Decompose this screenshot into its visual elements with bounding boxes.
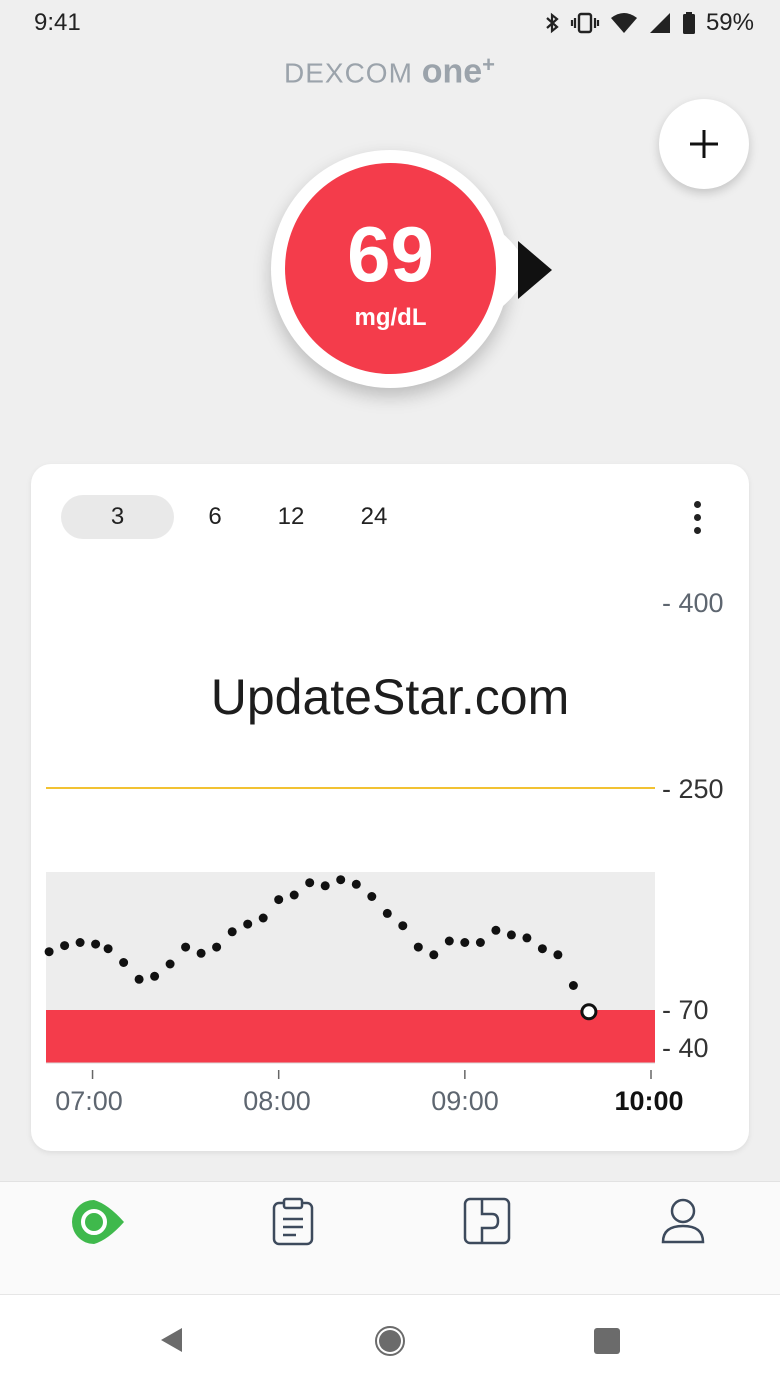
glucose-point	[258, 913, 268, 923]
y-tick-label-40: - 40	[662, 1033, 709, 1063]
profile-icon	[661, 1198, 705, 1244]
glucose-point	[44, 947, 54, 957]
glucose-point	[382, 908, 392, 918]
y-tick-label-70: - 70	[662, 995, 709, 1025]
nav-connections[interactable]	[462, 1196, 512, 1253]
glucose-trend-icon	[72, 1200, 124, 1244]
glucose-point	[336, 875, 346, 885]
nav-events[interactable]	[270, 1196, 316, 1253]
glucose-point	[506, 930, 516, 940]
glucose-point	[460, 938, 470, 947]
home-button[interactable]	[374, 1325, 406, 1362]
glucose-point	[243, 919, 253, 929]
y-tick-label-250: - 250	[662, 774, 724, 804]
glucose-point	[75, 938, 85, 947]
glucose-point	[91, 939, 101, 949]
glucose-point	[305, 878, 315, 888]
x-tick-label-1000: 10:00	[614, 1086, 684, 1116]
glucose-point	[475, 938, 485, 947]
glucose-point	[320, 881, 330, 891]
glucose-point	[150, 971, 160, 981]
y-tick-label-400: - 400	[662, 588, 724, 618]
recents-square-icon	[594, 1328, 620, 1354]
x-tick-label-0800: 08:00	[243, 1086, 311, 1116]
sensor-connection-icon	[463, 1197, 511, 1245]
nav-glucose[interactable]	[68, 1196, 128, 1253]
glucose-point	[491, 925, 501, 935]
low-band	[46, 1010, 655, 1063]
recents-button[interactable]	[593, 1327, 621, 1360]
glucose-point	[227, 927, 237, 937]
glucose-point	[212, 942, 222, 952]
back-triangle-icon	[161, 1328, 182, 1352]
glucose-point	[289, 890, 299, 900]
nav-profile[interactable]	[660, 1196, 706, 1253]
clipboard-icon	[272, 1197, 314, 1246]
glucose-point	[537, 944, 547, 954]
x-axis-ticks	[91, 1070, 652, 1079]
x-tick-label-0900: 09:00	[431, 1086, 499, 1116]
glucose-point	[274, 895, 284, 905]
glucose-point	[553, 950, 563, 960]
glucose-point	[181, 942, 191, 952]
glucose-point	[165, 959, 175, 969]
glucose-point	[134, 974, 144, 984]
watermark-text: UpdateStar.com	[210, 669, 570, 725]
glucose-point	[103, 944, 113, 954]
in-range-band	[46, 872, 655, 1010]
x-tick-label-0700: 07:00	[55, 1086, 123, 1116]
glucose-point	[196, 948, 206, 958]
glucose-point	[429, 950, 439, 960]
glucose-point	[444, 936, 454, 946]
current-glucose-point	[580, 1003, 598, 1021]
back-button[interactable]	[158, 1326, 184, 1359]
glucose-point	[398, 921, 408, 931]
glucose-point	[351, 879, 361, 889]
glucose-point	[119, 958, 129, 967]
glucose-point	[60, 941, 70, 951]
glucose-point	[367, 892, 377, 901]
glucose-point	[522, 933, 532, 943]
glucose-point	[568, 981, 578, 990]
glucose-point	[413, 942, 423, 952]
home-circle-icon	[375, 1326, 405, 1356]
